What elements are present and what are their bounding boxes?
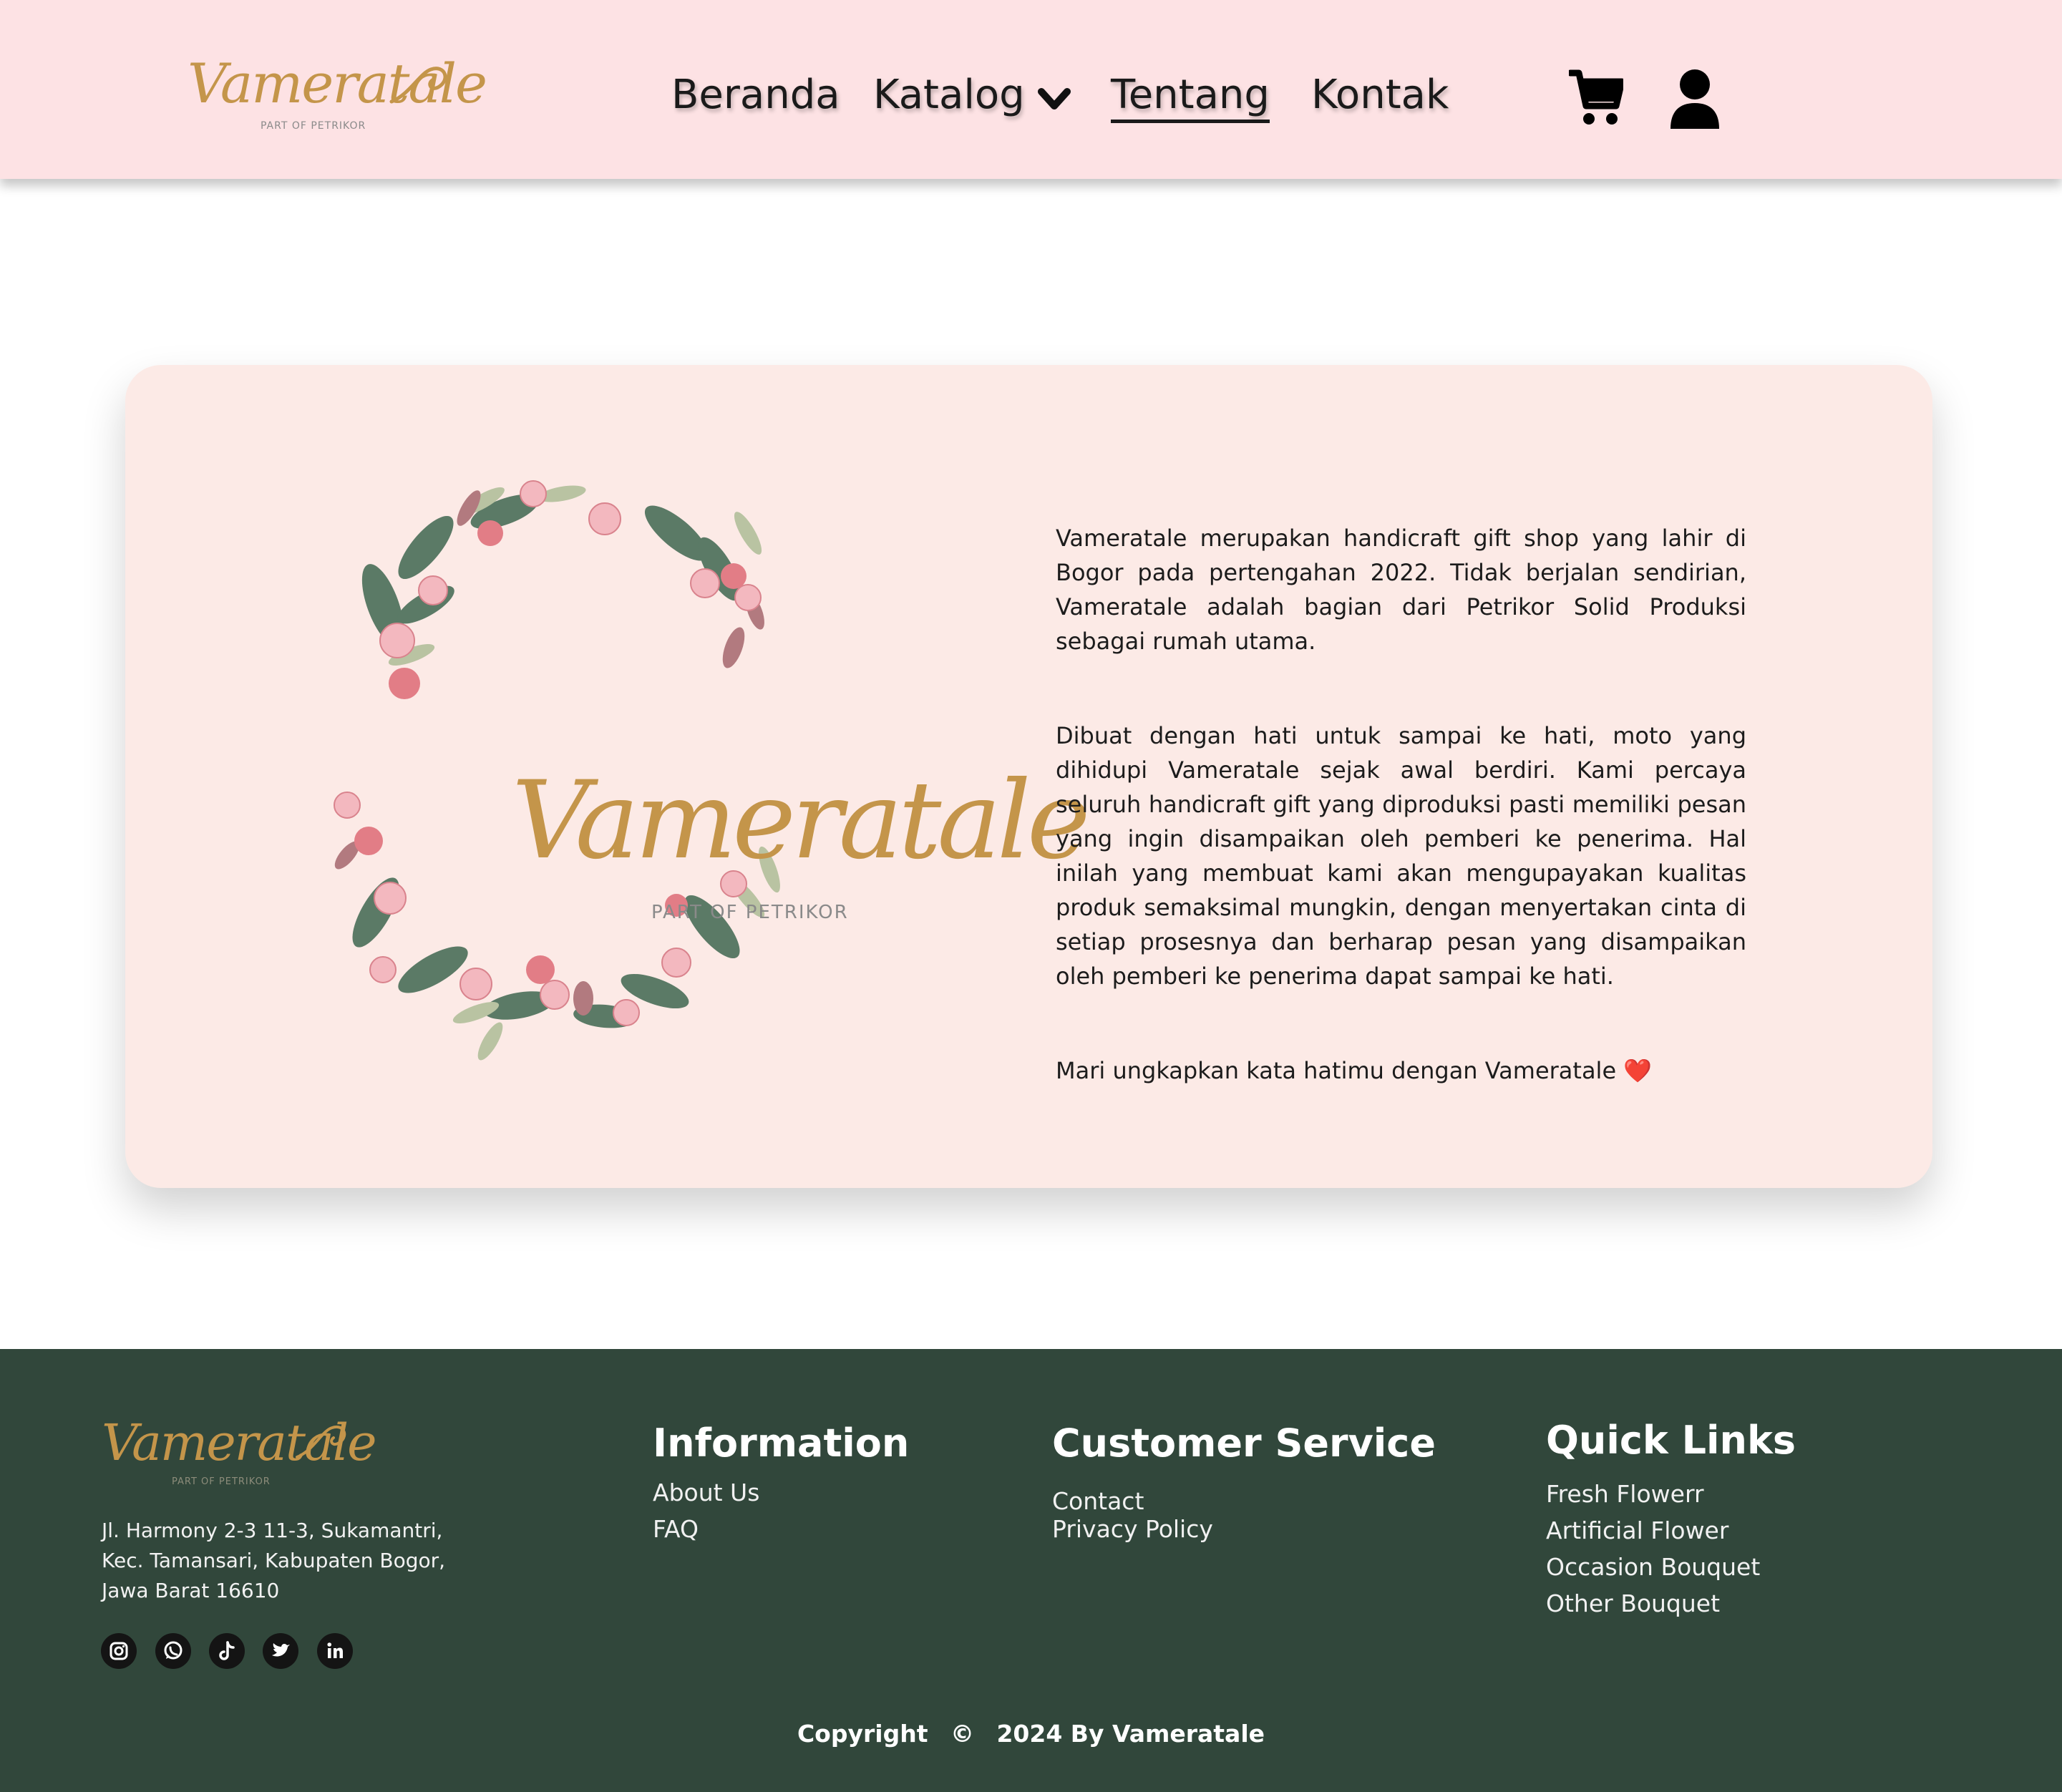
brand-logo[interactable]: Vameratale PART OF PETRIKOR — [188, 52, 487, 137]
wreath-logo-subtitle: PART OF PETRIKOR — [651, 902, 849, 923]
about-card: Vameratale PART OF PETRIKOR Vameratale m… — [125, 365, 1932, 1188]
link-faq[interactable]: FAQ — [653, 1515, 909, 1543]
nav-katalog[interactable]: Katalog — [873, 72, 1025, 118]
wreath-logo-text: Vameratale — [512, 759, 1091, 883]
nav-tentang[interactable]: Tentang — [1111, 72, 1270, 123]
footer-logo-subtitle: PART OF PETRIKOR — [172, 1476, 271, 1487]
address-line-2: Kec. Tamansari, Kabupaten Bogor, — [102, 1549, 446, 1572]
about-paragraph-2: Dibuat dengan hati untuk sampai ke hati,… — [1056, 722, 1746, 990]
nav-beranda[interactable]: Beranda — [671, 72, 840, 118]
copyright-text: 2024 By Vameratale — [996, 1720, 1265, 1748]
about-closing-text: Mari ungkapkan kata hatimu dengan Vamera… — [1056, 1057, 1617, 1084]
logo-swirl-icon — [389, 67, 447, 104]
footer-customer-service: Customer Service Contact Privacy Policy — [1052, 1421, 1436, 1543]
footer-logo[interactable]: Vameratale PART OF PETRIKOR — [102, 1413, 377, 1499]
link-privacy-policy[interactable]: Privacy Policy — [1052, 1515, 1436, 1543]
copyright-label: Copyright — [797, 1720, 928, 1748]
twitter-icon[interactable] — [263, 1633, 298, 1669]
instagram-icon[interactable] — [101, 1633, 137, 1669]
user-icon[interactable] — [1669, 69, 1721, 129]
link-about-us[interactable]: About Us — [653, 1479, 909, 1506]
copyright-icon: © — [950, 1720, 974, 1748]
information-heading: Information — [653, 1421, 910, 1466]
copyright: Copyright © 2024 By Vameratale — [0, 1720, 2062, 1748]
site-footer: Vameratale PART OF PETRIKOR Jl. Harmony … — [0, 1349, 2062, 1792]
footer-quick-links: Quick Links Fresh Flowerr Artificial Flo… — [1546, 1418, 1796, 1617]
link-occasion-bouquet[interactable]: Occasion Bouquet — [1546, 1553, 1796, 1581]
address-line-3: Jawa Barat 16610 — [102, 1579, 280, 1602]
link-fresh-flower[interactable]: Fresh Flowerr — [1546, 1480, 1796, 1508]
chevron-down-icon[interactable] — [1038, 87, 1071, 112]
footer-address: Jl. Harmony 2-3 11-3, Sukamantri, Kec. T… — [102, 1516, 502, 1606]
quick-links-heading: Quick Links — [1546, 1418, 1796, 1463]
about-paragraph-1: Vameratale merupakan handicraft gift sho… — [1056, 525, 1746, 655]
site-header: Vameratale PART OF PETRIKOR Beranda Kata… — [0, 0, 2062, 179]
footer-logo-swirl-icon — [296, 1425, 346, 1459]
link-artificial-flower[interactable]: Artificial Flower — [1546, 1516, 1796, 1544]
link-other-bouquet[interactable]: Other Bouquet — [1546, 1589, 1796, 1617]
about-closing: Mari ungkapkan kata hatimu dengan Vamera… — [1056, 1053, 1746, 1088]
about-description: Vameratale merupakan handicraft gift sho… — [1056, 521, 1746, 1088]
link-contact[interactable]: Contact — [1052, 1487, 1436, 1515]
linkedin-icon[interactable] — [317, 1633, 353, 1669]
whatsapp-icon[interactable] — [155, 1633, 191, 1669]
tiktok-icon[interactable] — [209, 1633, 245, 1669]
footer-information: Information About Us FAQ — [653, 1421, 909, 1543]
cart-icon[interactable] — [1569, 69, 1623, 127]
heart-icon: ❤️ — [1623, 1057, 1653, 1084]
customer-service-heading: Customer Service — [1052, 1421, 1436, 1466]
logo-subtitle: PART OF PETRIKOR — [261, 120, 366, 132]
floral-wreath-logo: Vameratale PART OF PETRIKOR — [304, 469, 1091, 1063]
address-line-1: Jl. Harmony 2-3 11-3, Sukamantri, — [102, 1519, 443, 1542]
nav-kontak[interactable]: Kontak — [1311, 72, 1449, 118]
